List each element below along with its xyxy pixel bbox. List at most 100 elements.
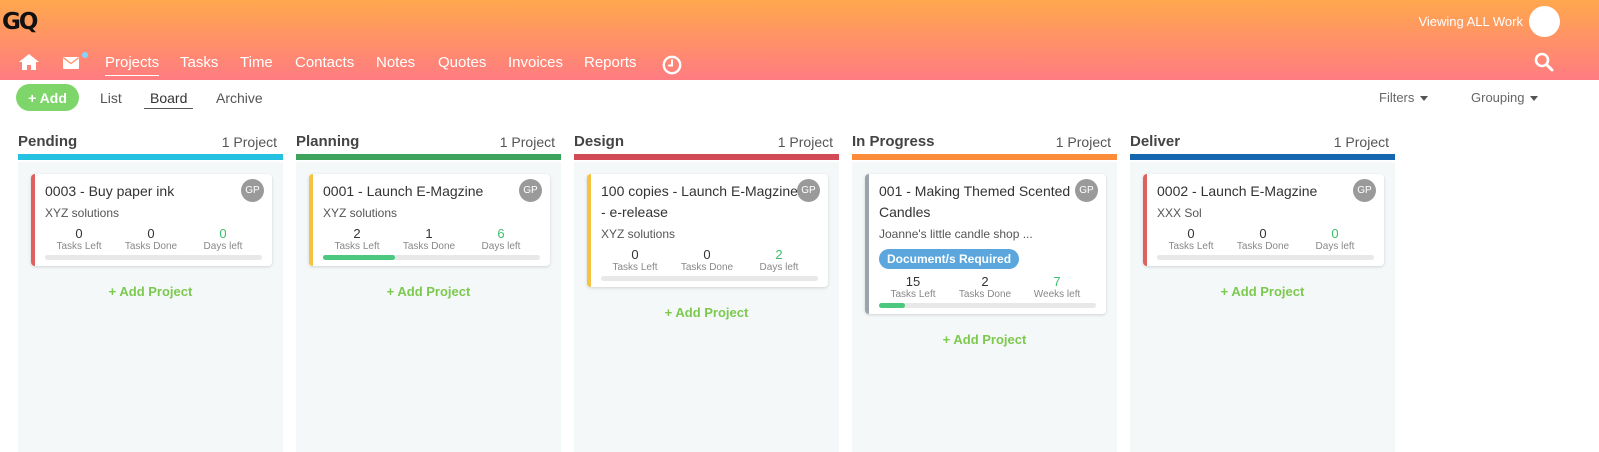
project-card[interactable]: 0002 - Launch E-Magzine GP XXX Sol 0 Tasks L… — [1143, 174, 1384, 266]
column-title: Pending — [18, 133, 78, 150]
progress-bar — [323, 255, 540, 260]
add-project-button[interactable]: + Add Project — [296, 284, 561, 299]
stat-label: Tasks Done — [958, 289, 1012, 300]
main-nav: Projects Tasks Time Contacts Notes Quote… — [0, 46, 1599, 78]
assignee-avatar[interactable]: GP — [1075, 179, 1098, 202]
project-card[interactable]: 0001 - Launch E-Magzine GP XYZ solutions 2 T… — [309, 174, 550, 266]
project-title[interactable]: 001 - Making Themed Scented Candles — [879, 181, 1077, 223]
add-button[interactable]: + Add — [16, 84, 79, 111]
nav-notes[interactable]: Notes — [376, 54, 415, 71]
column-title: Planning — [296, 133, 360, 150]
progress-fill — [879, 303, 906, 308]
search-icon[interactable] — [1534, 52, 1554, 72]
board-column-pending: Pending 1 Project 0003 - Buy paper ink GP XY… — [18, 128, 283, 452]
view-tab-archive[interactable]: Archive — [216, 90, 263, 106]
client-name: XYZ solutions — [45, 206, 120, 220]
column-project-count: 1 Project — [777, 134, 833, 150]
project-card[interactable]: 001 - Making Themed Scented Candles GP Joa… — [865, 174, 1106, 314]
project-title[interactable]: 0001 - Launch E-Magzine — [323, 181, 521, 202]
column-project-count: 1 Project — [221, 134, 277, 150]
add-project-button[interactable]: + Add Project — [852, 332, 1117, 347]
stat-time-left: 0 Days left — [1299, 226, 1371, 253]
column-header: Deliver 1 Project — [1130, 128, 1395, 162]
assignee-avatar[interactable]: GP — [1353, 179, 1376, 202]
assignee-avatar[interactable]: GP — [797, 179, 820, 202]
nav-contacts[interactable]: Contacts — [295, 54, 354, 71]
stat-value: 0 — [75, 226, 83, 241]
column-color-bar — [852, 154, 1117, 160]
stat-label: Days left — [1315, 241, 1355, 252]
column-header: In Progress 1 Project — [852, 128, 1117, 162]
grouping-dropdown[interactable]: Grouping — [1471, 90, 1539, 105]
add-project-button[interactable]: + Add Project — [18, 284, 283, 299]
client-name: XXX Sol — [1157, 206, 1202, 220]
stat-tasks-left: 2 Tasks Left — [321, 226, 393, 253]
nav-projects[interactable]: Projects — [105, 54, 160, 76]
project-title[interactable]: 0003 - Buy paper ink — [45, 181, 243, 202]
stat-label: Tasks Done — [1236, 241, 1290, 252]
chevron-down-icon — [1420, 96, 1429, 102]
project-stats: 0 Tasks Left 0 Tasks Done 0 Days left — [45, 226, 262, 256]
board-column-design: Design 1 Project 100 copies - Launch E-Mag… — [574, 128, 839, 452]
stat-tasks-left: 0 Tasks Left — [599, 247, 671, 274]
column-project-count: 1 Project — [1333, 134, 1389, 150]
column-header: Planning 1 Project — [296, 128, 561, 162]
view-tab-board[interactable]: Board — [144, 90, 194, 109]
project-card[interactable]: 0003 - Buy paper ink GP XYZ solutions 0 Task… — [31, 174, 272, 266]
stat-value: 15 — [905, 274, 921, 289]
stat-label: Days left — [481, 241, 521, 252]
project-title[interactable]: 100 copies - Launch E-Magzine - e-releas… — [601, 181, 799, 223]
stat-value: 0 — [147, 226, 155, 241]
nav-invoices[interactable]: Invoices — [508, 54, 563, 71]
user-avatar[interactable] — [1529, 6, 1560, 37]
stat-time-left: 7 Weeks left — [1021, 274, 1093, 301]
stat-time-left: 0 Days left — [187, 226, 259, 253]
board-column-planning: Planning 1 Project 0001 - Launch E-Magzine… — [296, 128, 561, 452]
column-color-bar — [296, 154, 561, 160]
stat-tasks-done: 0 Tasks Done — [115, 226, 187, 253]
view-tab-list[interactable]: List — [100, 90, 122, 106]
clock-icon[interactable] — [662, 55, 682, 75]
filters-dropdown[interactable]: Filters — [1379, 90, 1429, 105]
project-card[interactable]: 100 copies - Launch E-Magzine - e-releas… — [587, 174, 828, 287]
assignee-avatar[interactable]: GP — [241, 179, 264, 202]
app-logo[interactable]: GQ — [2, 9, 38, 35]
mail-icon[interactable] — [63, 57, 79, 69]
column-title: In Progress — [852, 133, 935, 150]
stat-tasks-done: 0 Tasks Done — [671, 247, 743, 274]
stat-value: 0 — [219, 226, 227, 241]
column-body: 0001 - Launch E-Magzine GP XYZ solutions 2 T… — [296, 162, 561, 452]
column-body: 100 copies - Launch E-Magzine - e-releas… — [574, 162, 839, 452]
stat-time-left: 6 Days left — [465, 226, 537, 253]
stat-tasks-done: 1 Tasks Done — [393, 226, 465, 253]
stat-tasks-done: 0 Tasks Done — [1227, 226, 1299, 253]
nav-quotes[interactable]: Quotes — [438, 54, 486, 71]
add-project-button[interactable]: + Add Project — [1130, 284, 1395, 299]
stat-label: Tasks Done — [124, 241, 178, 252]
nav-reports[interactable]: Reports — [584, 54, 637, 71]
stat-value: 1 — [425, 226, 433, 241]
column-body: 0003 - Buy paper ink GP XYZ solutions 0 Task… — [18, 162, 283, 452]
project-title[interactable]: 0002 - Launch E-Magzine — [1157, 181, 1355, 202]
progress-bar — [879, 303, 1096, 308]
viewing-scope[interactable]: Viewing ALL Work — [1418, 14, 1523, 29]
progress-bar — [1157, 255, 1374, 260]
stat-label: Weeks left — [1033, 289, 1081, 300]
add-project-button[interactable]: + Add Project — [574, 305, 839, 320]
assignee-avatar[interactable]: GP — [519, 179, 542, 202]
stat-tasks-done: 2 Tasks Done — [949, 274, 1021, 301]
grouping-label: Grouping — [1471, 90, 1525, 105]
home-icon[interactable] — [19, 54, 39, 70]
column-title: Deliver — [1130, 133, 1181, 150]
project-stats: 15 Tasks Left 2 Tasks Done 7 Weeks left — [879, 274, 1096, 304]
client-name: Joanne's little candle shop ... — [879, 227, 1033, 241]
stat-time-left: 2 Days left — [743, 247, 815, 274]
stat-label: Tasks Left — [1168, 241, 1214, 252]
column-header: Design 1 Project — [574, 128, 839, 162]
nav-time[interactable]: Time — [240, 54, 273, 71]
client-name: XYZ solutions — [323, 206, 398, 220]
column-color-bar — [1130, 154, 1395, 160]
nav-tasks[interactable]: Tasks — [180, 54, 218, 71]
notification-dot — [82, 52, 88, 58]
column-body: 001 - Making Themed Scented Candles GP Joa… — [852, 162, 1117, 452]
